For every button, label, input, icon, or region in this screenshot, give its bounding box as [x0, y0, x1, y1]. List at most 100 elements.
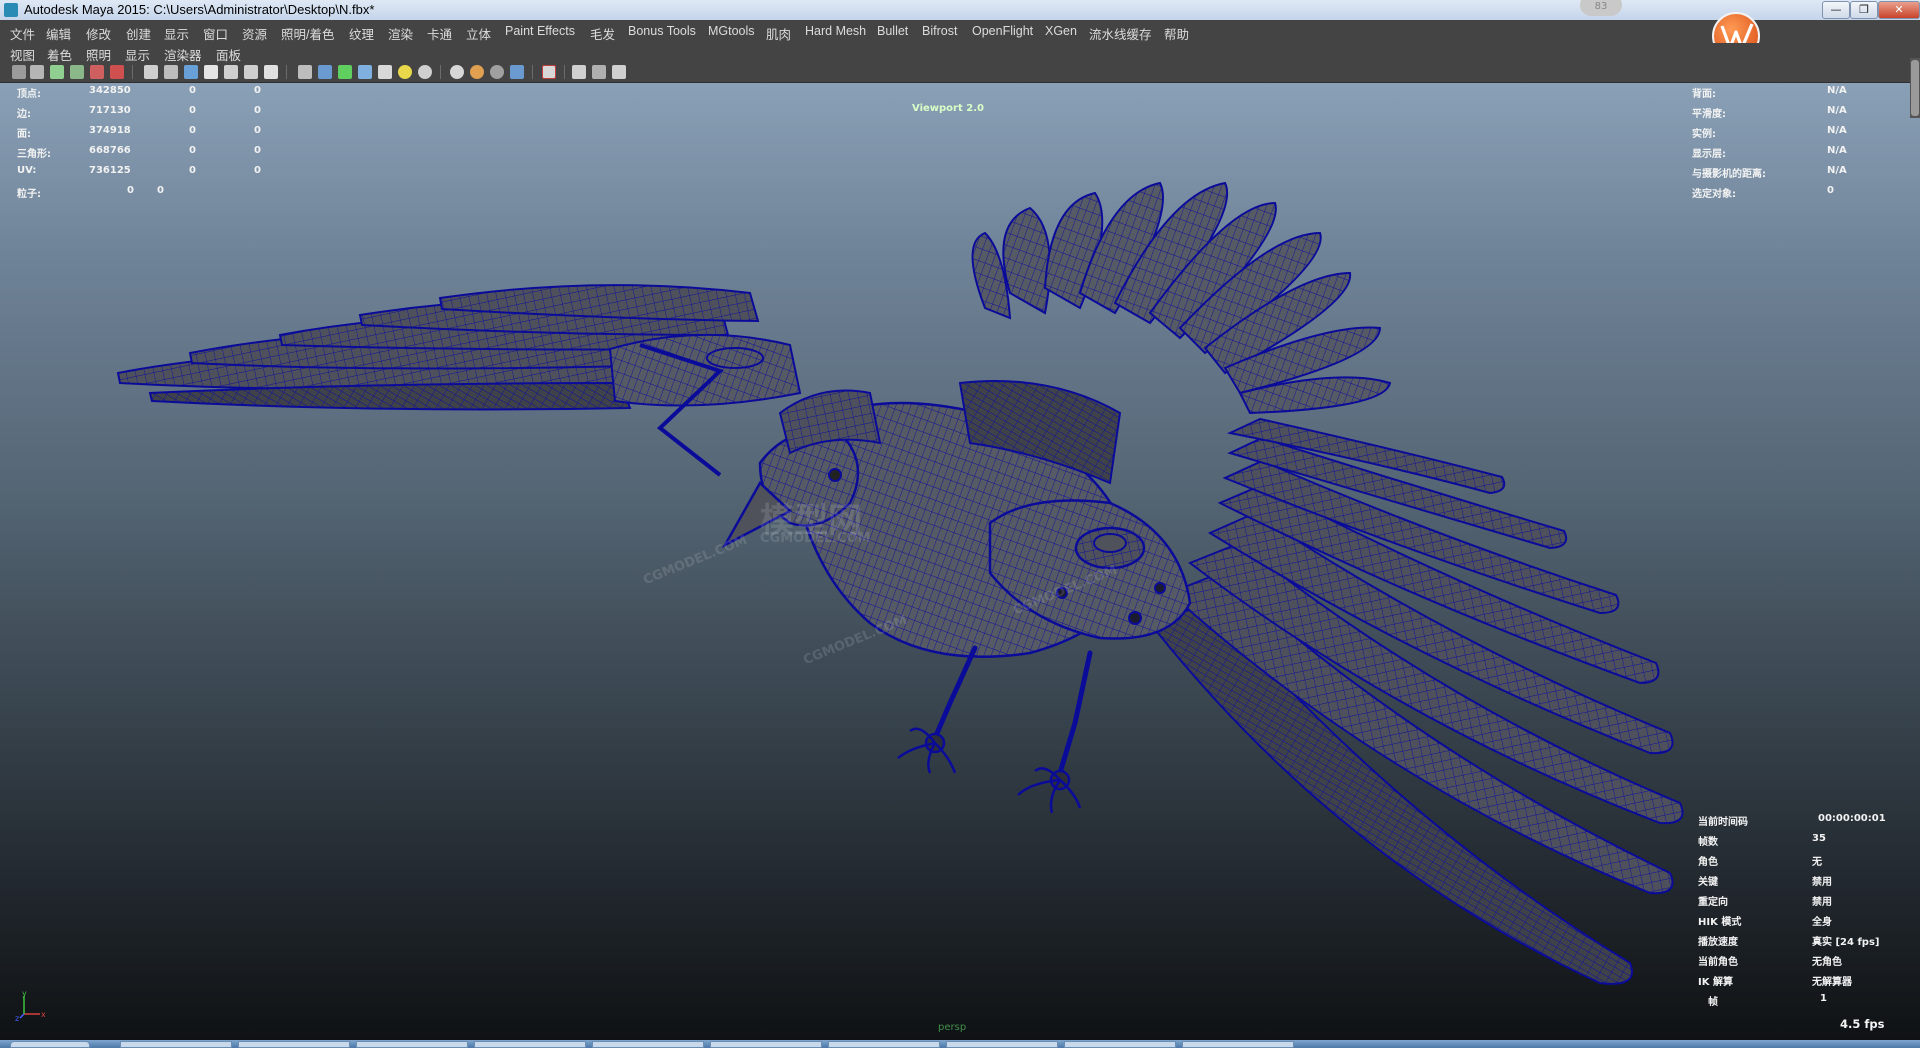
menu-stereo[interactable]: 立体 [466, 24, 491, 43]
shadows-icon[interactable] [418, 65, 432, 79]
hud-detail-value: 0 [1827, 185, 1834, 196]
taskbar-item[interactable] [356, 1041, 468, 1048]
hud-anim-label: 关键 [1698, 877, 1718, 888]
hud-anim-label: 帧 [1708, 997, 1718, 1008]
menu-display[interactable]: 显示 [164, 24, 189, 43]
menu-bifrost[interactable]: Bifrost [922, 24, 957, 38]
viewport-3d[interactable]: 模型网 CGMODEL.COM CGMODEL.COM CGMODEL.COM … [0, 83, 1920, 1040]
hud-stat-value: 0 [189, 165, 196, 176]
grid-icon[interactable] [144, 65, 158, 79]
bookmark-icon[interactable] [50, 65, 64, 79]
window-title-bar[interactable]: Autodesk Maya 2015: C:\Users\Administrat… [0, 0, 1920, 21]
depth-of-field-icon[interactable] [510, 65, 524, 79]
menu-hard-mesh[interactable]: Hard Mesh [805, 24, 866, 38]
taskbar-item[interactable] [828, 1041, 940, 1048]
image-plane-icon[interactable] [70, 65, 84, 79]
camera-attributes-icon[interactable] [30, 65, 44, 79]
taskbar-item[interactable] [474, 1041, 586, 1048]
menu-texturing[interactable]: 纹理 [349, 24, 374, 43]
hud-anim-label: 当前时间码 [1698, 817, 1748, 828]
menu-create[interactable]: 创建 [126, 24, 151, 43]
menu-assets[interactable]: 资源 [242, 24, 267, 43]
node-connect-icon[interactable] [612, 65, 626, 79]
menu-modify[interactable]: 修改 [86, 24, 111, 43]
use-all-lights-icon[interactable] [398, 65, 412, 79]
toolbar-separator [532, 65, 533, 79]
motion-blur-icon[interactable] [470, 65, 484, 79]
hud-stat-value: 0 [189, 125, 196, 136]
menu-render[interactable]: 渲染 [388, 24, 413, 43]
hud-stat-label: 面: [17, 129, 31, 140]
isolate-select-icon[interactable] [542, 65, 556, 79]
select-camera-icon[interactable] [12, 65, 26, 79]
hud-anim-value: 1 [1820, 993, 1827, 1004]
textured-icon[interactable] [378, 65, 392, 79]
restore-button[interactable]: ❐ [1850, 1, 1878, 19]
taskbar-item[interactable] [710, 1041, 822, 1048]
menu-toon[interactable]: 卡通 [427, 24, 452, 43]
close-button[interactable]: ✕ [1878, 1, 1920, 19]
axis-y-label: y [22, 989, 27, 998]
safe-action-icon[interactable] [244, 65, 258, 79]
notification-badge: 83 [1580, 0, 1622, 16]
hud-stat-value: 717130 [89, 105, 131, 116]
film-gate-icon[interactable] [164, 65, 178, 79]
gate-mask-icon[interactable] [204, 65, 218, 79]
hud-stat-value: 342850 [89, 85, 131, 96]
taskbar-item[interactable] [592, 1041, 704, 1048]
grease-pencil-icon[interactable] [90, 65, 104, 79]
menu-openflight[interactable]: OpenFlight [972, 24, 1033, 38]
hud-detail-value: N/A [1827, 105, 1847, 116]
taskbar-item[interactable] [120, 1041, 232, 1048]
taskbar-item[interactable] [1064, 1041, 1176, 1048]
menu-paint-effects[interactable]: Paint Effects [505, 24, 575, 38]
menu-help[interactable]: 帮助 [1164, 24, 1189, 43]
menu-lighting[interactable]: 照明/着色 [281, 24, 334, 43]
hud-anim-value: 无 [1812, 857, 1822, 868]
menu-pipeline-cache[interactable]: 流水线缓存 [1089, 24, 1152, 43]
hud-stat-value: 0 [254, 85, 261, 96]
menu-bonus-tools[interactable]: Bonus Tools [628, 24, 696, 38]
xray-icon[interactable] [358, 65, 372, 79]
window-title: Autodesk Maya 2015: C:\Users\Administrat… [24, 2, 375, 17]
xray-active-icon[interactable] [592, 65, 606, 79]
menu-window[interactable]: 窗口 [203, 24, 228, 43]
taskbar-item[interactable] [1182, 1041, 1294, 1048]
hud-stat-value: 0 [157, 185, 164, 196]
2d-pan-zoom-icon[interactable] [110, 65, 124, 79]
scrollbar-thumb[interactable] [1911, 60, 1919, 116]
multisample-aa-icon[interactable] [490, 65, 504, 79]
hud-anim-value: 全身 [1812, 917, 1832, 928]
hud-detail-label: 选定对象: [1692, 189, 1736, 200]
xray-joints-icon[interactable] [572, 65, 586, 79]
panel-scrollbar[interactable] [1910, 58, 1920, 118]
menu-edit[interactable]: 编辑 [46, 24, 71, 43]
safe-title-icon[interactable] [264, 65, 278, 79]
menu-mgtools[interactable]: MGtools [708, 24, 755, 38]
hud-detail-value: N/A [1827, 125, 1847, 136]
toolbar-separator [440, 65, 441, 79]
hud-detail-label: 背面: [1692, 89, 1716, 100]
menu-fur[interactable]: 毛发 [590, 24, 615, 43]
hud-stat-value: 0 [189, 85, 196, 96]
wireframe-on-shaded-icon[interactable] [338, 65, 352, 79]
smooth-shade-icon[interactable] [318, 65, 332, 79]
hud-anim-value: 无解算器 [1812, 977, 1852, 988]
menu-bullet[interactable]: Bullet [877, 24, 908, 38]
minimize-button[interactable]: — [1822, 1, 1850, 19]
taskbar-item[interactable] [238, 1041, 350, 1048]
resolution-gate-icon[interactable] [184, 65, 198, 79]
taskbar-item[interactable] [946, 1041, 1058, 1048]
menu-file[interactable]: 文件 [10, 24, 35, 43]
hud-anim-value: 无角色 [1812, 957, 1842, 968]
camera-label: persp [938, 1022, 967, 1033]
wireframe-icon[interactable] [298, 65, 312, 79]
field-chart-icon[interactable] [224, 65, 238, 79]
hud-detail-value: N/A [1827, 145, 1847, 156]
hud-detail-value: N/A [1827, 85, 1847, 96]
screen-space-ao-icon[interactable] [450, 65, 464, 79]
menu-muscle[interactable]: 肌肉 [766, 24, 791, 43]
hud-stat-label: 粒子: [17, 189, 41, 200]
start-button[interactable] [10, 1041, 90, 1048]
menu-xgen[interactable]: XGen [1045, 24, 1077, 38]
